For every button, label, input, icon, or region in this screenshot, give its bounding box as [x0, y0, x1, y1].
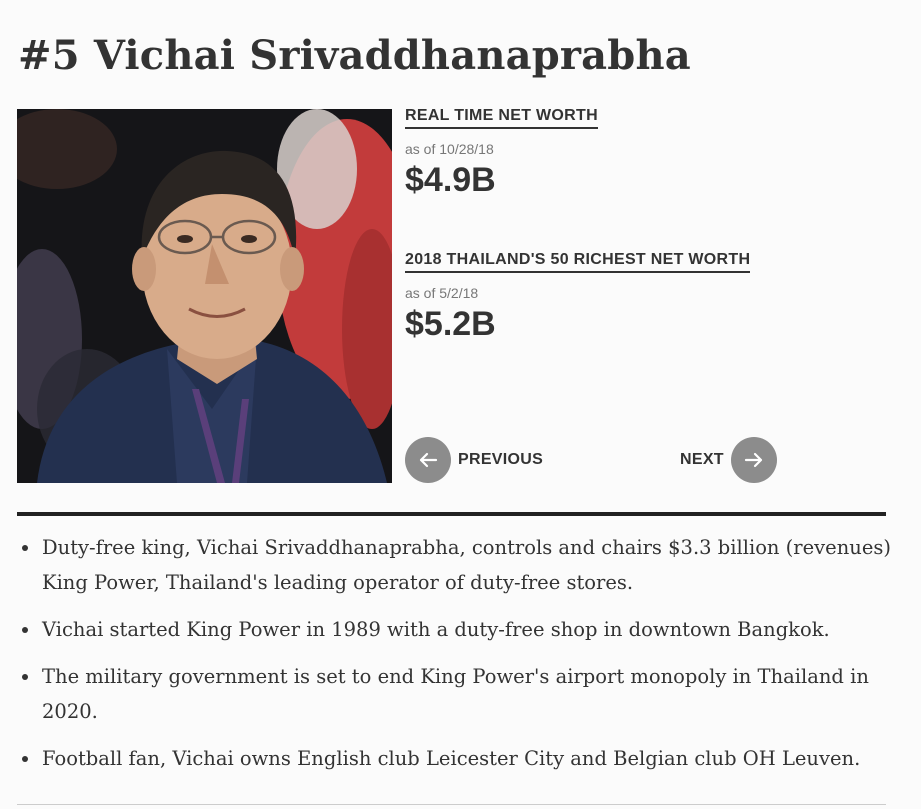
section-divider: [17, 512, 886, 516]
list-net-worth-link[interactable]: 2018 THAILAND'S 50 RICHEST NET WORTH: [405, 251, 751, 273]
bottom-divider: [17, 804, 886, 805]
next-label: NEXT: [680, 451, 724, 468]
previous-button[interactable]: PREVIOUS: [405, 437, 543, 483]
bullet-icon: [22, 674, 28, 680]
realtime-net-worth-value: $4.9B: [405, 161, 496, 199]
list-net-worth-date: as of 5/2/18: [405, 285, 479, 301]
realtime-net-worth: REAL TIME NET WORTH as of 10/28/18 $4.9B: [405, 107, 598, 200]
page-title: #5 Vichai Srivaddhanaprabha: [18, 32, 691, 79]
facts-list: Duty-free king, Vichai Srivaddhanaprabha…: [0, 530, 895, 788]
bullet-icon: [22, 627, 28, 633]
bullet-icon: [22, 545, 28, 551]
list-net-worth-value: $5.2B: [405, 305, 496, 343]
list-net-worth: 2018 THAILAND'S 50 RICHEST NET WORTH as …: [405, 251, 751, 344]
list-item: Vichai started King Power in 1989 with a…: [0, 612, 895, 647]
next-button[interactable]: NEXT: [680, 437, 777, 483]
list-item: Duty-free king, Vichai Srivaddhanaprabha…: [0, 530, 895, 600]
bullet-icon: [22, 756, 28, 762]
arrow-left-icon: [405, 437, 451, 483]
list-item: The military government is set to end Ki…: [0, 659, 895, 729]
list-item: Football fan, Vichai owns English club L…: [0, 741, 895, 776]
previous-label: PREVIOUS: [458, 451, 544, 468]
realtime-net-worth-date: as of 10/28/18: [405, 141, 494, 157]
arrow-right-icon: [730, 437, 777, 483]
realtime-net-worth-link[interactable]: REAL TIME NET WORTH: [405, 107, 598, 129]
profile-photo: [17, 109, 392, 483]
